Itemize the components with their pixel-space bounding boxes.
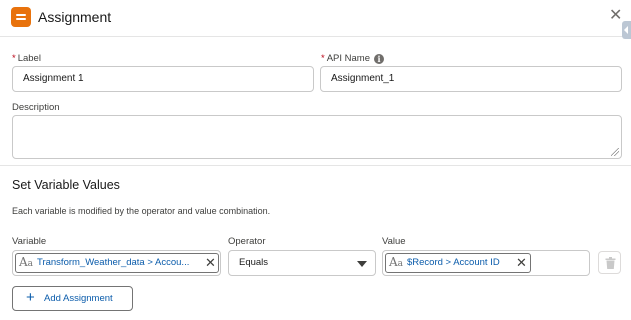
panel-header: Assignment ✕ [0, 0, 631, 37]
add-assignment-button[interactable]: + Add Assignment [12, 286, 133, 311]
text-variable-icon: Aa [19, 255, 34, 269]
text-variable-icon: Aa [389, 255, 404, 269]
chevron-down-icon [357, 261, 367, 267]
resize-handle-icon[interactable] [611, 148, 619, 156]
value-pill[interactable]: Aa $Record > Account ID ✕ [385, 253, 531, 273]
api-name-field-label: * API Name i [321, 53, 384, 64]
variable-combobox[interactable]: Aa Transform_Weather_data > Accou... ✕ [12, 250, 221, 276]
section-divider [0, 165, 631, 166]
required-marker: * [12, 53, 16, 64]
operator-column-label: Operator [228, 236, 266, 247]
label-input[interactable]: Assignment 1 [12, 66, 314, 92]
panel-title: Assignment [38, 9, 112, 25]
info-icon[interactable]: i [374, 54, 384, 64]
value-pill-label: $Record > Account ID [407, 257, 500, 268]
section-description: Each variable is modified by the operato… [12, 206, 271, 216]
operator-selected-value: Equals [239, 257, 269, 268]
description-textarea[interactable] [12, 115, 622, 159]
variable-pill-label: Transform_Weather_data > Accou... [37, 257, 190, 268]
required-marker: * [321, 53, 325, 64]
operator-select[interactable]: Equals [228, 250, 376, 276]
api-name-input[interactable]: Assignment_1 [320, 66, 622, 92]
section-title: Set Variable Values [12, 178, 120, 192]
trash-icon [605, 257, 616, 269]
value-column-label: Value [382, 236, 406, 247]
label-field-label: * Label [12, 53, 41, 64]
remove-variable-icon[interactable]: ✕ [205, 255, 216, 271]
add-icon: + [26, 289, 35, 306]
remove-value-icon[interactable]: ✕ [516, 255, 527, 271]
variable-pill[interactable]: Aa Transform_Weather_data > Accou... ✕ [15, 253, 219, 273]
delete-row-button[interactable] [598, 251, 621, 274]
assignment-icon [11, 7, 31, 27]
variable-column-label: Variable [12, 236, 47, 247]
value-combobox[interactable]: Aa $Record > Account ID ✕ [382, 250, 590, 276]
description-field-label: Description [12, 102, 60, 113]
collapse-panel-handle[interactable] [622, 21, 631, 39]
close-icon[interactable]: ✕ [609, 6, 622, 26]
add-assignment-label: Add Assignment [44, 293, 113, 304]
